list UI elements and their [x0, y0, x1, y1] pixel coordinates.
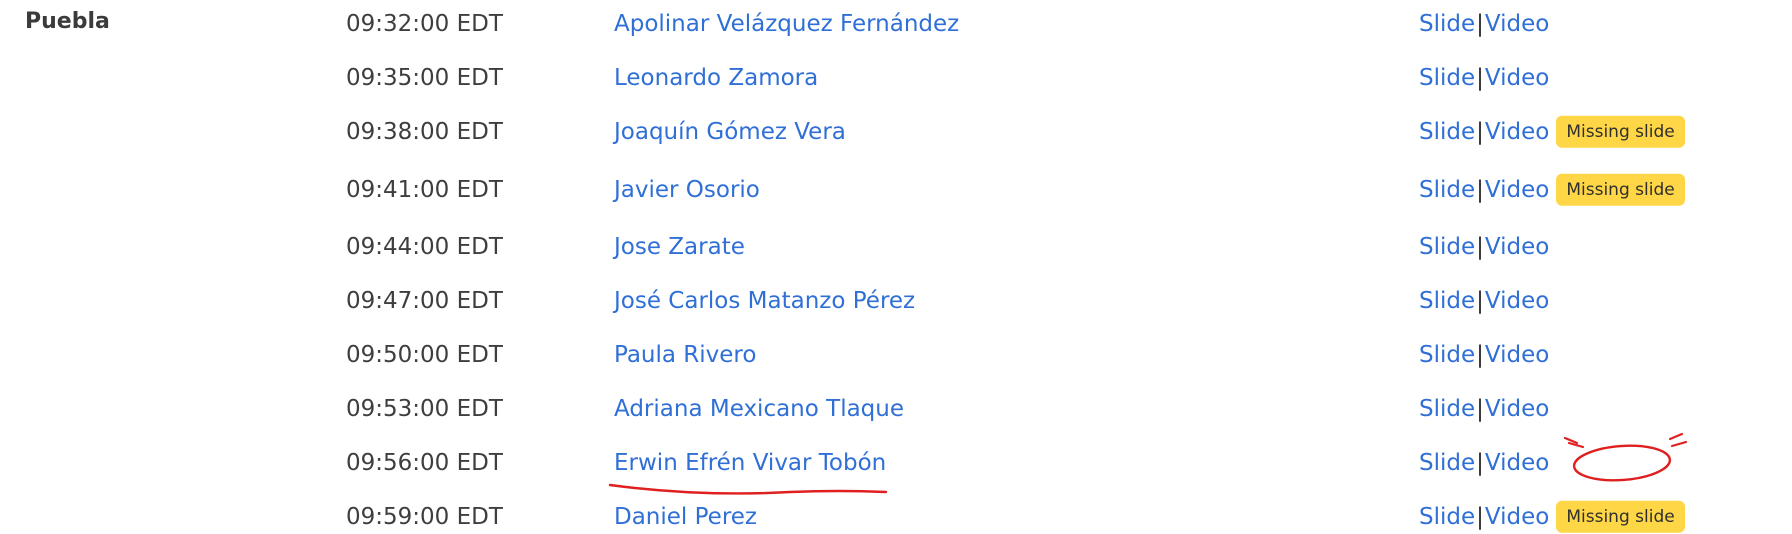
slide-link[interactable]: Slide [1419, 177, 1475, 203]
link-separator: | [1476, 396, 1484, 422]
media-links: Slide | Video [1419, 11, 1549, 37]
schedule-page: Puebla 09:32:00 EDT Apolinar Velázquez Fe… [0, 0, 1792, 534]
media-links: Slide | Video [1419, 342, 1549, 368]
speaker-link[interactable]: Javier Osorio [614, 177, 760, 203]
session-time: 09:56:00 EDT [346, 450, 503, 476]
video-link[interactable]: Video [1485, 11, 1549, 37]
table-row: 09:41:00 EDT Javier Osorio Slide | Video Miss… [0, 170, 1792, 210]
slide-link[interactable]: Slide [1419, 119, 1475, 145]
session-time: 09:41:00 EDT [346, 177, 503, 203]
table-row: 09:44:00 EDT Jose Zarate Slide | Video [0, 227, 1792, 267]
speaker-link[interactable]: Jose Zarate [614, 234, 745, 260]
missing-slide-badge: Missing slide [1556, 115, 1685, 149]
session-time: 09:32:00 EDT [346, 11, 503, 37]
video-link[interactable]: Video [1485, 450, 1549, 476]
speaker-link[interactable]: Leonardo Zamora [614, 65, 818, 91]
media-links: Slide | Video [1419, 396, 1549, 422]
slide-link[interactable]: Slide [1419, 288, 1475, 314]
media-links: Slide | Video Missing slide [1419, 173, 1685, 207]
slide-link[interactable]: Slide [1419, 450, 1475, 476]
video-link[interactable]: Video [1485, 234, 1549, 260]
table-row: 09:53:00 EDT Adriana Mexicano Tlaque Slide… [0, 389, 1792, 429]
session-time: 09:35:00 EDT [346, 65, 503, 91]
table-row: 09:35:00 EDT Leonardo Zamora Slide | Video [0, 58, 1792, 98]
session-time: 09:59:00 EDT [346, 504, 503, 530]
slide-link[interactable]: Slide [1419, 504, 1475, 530]
slide-link[interactable]: Slide [1419, 234, 1475, 260]
video-link[interactable]: Video [1485, 342, 1549, 368]
speaker-link[interactable]: Adriana Mexicano Tlaque [614, 396, 904, 422]
media-links: Slide | Video [1419, 234, 1549, 260]
media-links: Slide | Video Missing slide [1419, 115, 1685, 149]
missing-slide-badge: Missing slide [1556, 500, 1685, 534]
speaker-link[interactable]: Erwin Efrén Vivar Tobón [614, 450, 886, 476]
session-time: 09:50:00 EDT [346, 342, 503, 368]
speaker-link[interactable]: José Carlos Matanzo Pérez [614, 288, 915, 314]
link-separator: | [1476, 65, 1484, 91]
missing-slide-badge: Missing slide [1556, 173, 1685, 207]
session-time: 09:38:00 EDT [346, 119, 503, 145]
slide-link[interactable]: Slide [1419, 65, 1475, 91]
link-separator: | [1476, 450, 1484, 476]
table-row: 09:32:00 EDT Apolinar Velázquez Fernández… [0, 4, 1792, 44]
media-links: Slide | Video [1419, 65, 1549, 91]
video-link[interactable]: Video [1485, 119, 1549, 145]
media-links: Slide | Video [1419, 288, 1549, 314]
speaker-link[interactable]: Joaquín Gómez Vera [614, 119, 846, 145]
table-row: 09:38:00 EDT Joaquín Gómez Vera Slide | Vide… [0, 112, 1792, 152]
media-links: Slide | Video Missing slide [1419, 500, 1685, 534]
slide-link[interactable]: Slide [1419, 342, 1475, 368]
video-link[interactable]: Video [1485, 177, 1549, 203]
link-separator: | [1476, 11, 1484, 37]
link-separator: | [1476, 342, 1484, 368]
link-separator: | [1476, 234, 1484, 260]
link-separator: | [1476, 503, 1484, 530]
video-link[interactable]: Video [1485, 396, 1549, 422]
session-time: 09:47:00 EDT [346, 288, 503, 314]
media-links: Slide | Video [1419, 450, 1549, 476]
video-link[interactable]: Video [1485, 65, 1549, 91]
slide-link[interactable]: Slide [1419, 396, 1475, 422]
slide-link[interactable]: Slide [1419, 11, 1475, 37]
video-link[interactable]: Video [1485, 288, 1549, 314]
link-separator: | [1476, 288, 1484, 314]
session-time: 09:53:00 EDT [346, 396, 503, 422]
table-row: 09:59:00 EDT Daniel Perez Slide | Video Missi… [0, 497, 1792, 534]
table-row: 09:50:00 EDT Paula Rivero Slide | Video [0, 335, 1792, 375]
speaker-link[interactable]: Daniel Perez [614, 504, 757, 530]
speaker-link[interactable]: Paula Rivero [614, 342, 756, 368]
link-separator: | [1476, 176, 1484, 203]
link-separator: | [1476, 118, 1484, 145]
table-row: 09:47:00 EDT José Carlos Matanzo Pérez Sli… [0, 281, 1792, 321]
speaker-link[interactable]: Apolinar Velázquez Fernández [614, 11, 959, 37]
underline-annotation [608, 483, 888, 495]
video-link[interactable]: Video [1485, 504, 1549, 530]
table-row: 09:56:00 EDT Erwin Efrén Vivar Tobón Slide… [0, 443, 1792, 483]
session-time: 09:44:00 EDT [346, 234, 503, 260]
